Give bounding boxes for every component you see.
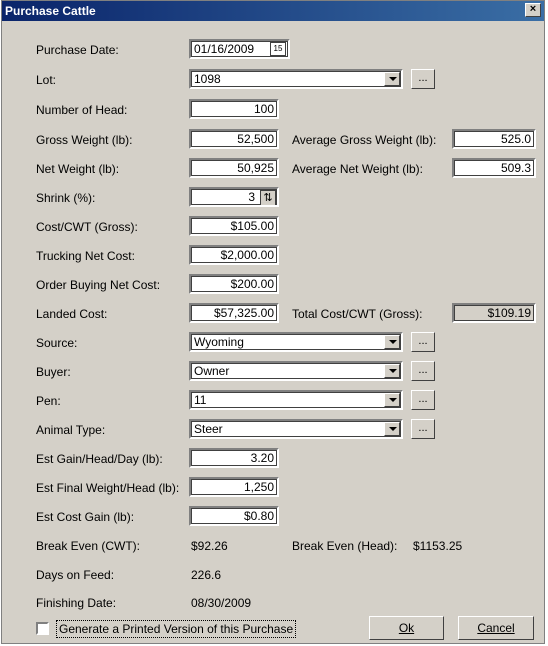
cost-cwt-field[interactable]: $105.00 bbox=[189, 216, 279, 236]
lot-value: 1098 bbox=[194, 72, 221, 86]
print-checkbox[interactable] bbox=[36, 622, 49, 635]
close-button[interactable]: × bbox=[525, 3, 541, 17]
finishing-date-value: 08/30/2009 bbox=[191, 596, 252, 610]
gross-weight-label: Gross Weight (lb): bbox=[36, 133, 133, 147]
buyer-label: Buyer: bbox=[36, 365, 71, 379]
avg-net-weight-field[interactable]: 509.3 bbox=[452, 158, 536, 178]
est-final-weight-label: Est Final Weight/Head (lb): bbox=[36, 481, 180, 495]
shrink-label: Shrink (%): bbox=[36, 191, 96, 205]
buyer-value: Owner bbox=[194, 364, 230, 378]
purchase-cattle-dialog: Purchase Cattle × Purchase Date: 01/16/2… bbox=[1, 0, 545, 644]
est-final-weight-field[interactable]: 1,250 bbox=[189, 477, 279, 497]
est-gain-field[interactable]: 3.20 bbox=[189, 448, 279, 468]
chevron-down-icon[interactable] bbox=[384, 393, 400, 407]
avg-net-weight-label: Average Net Weight (lb): bbox=[292, 162, 423, 176]
finishing-date-label: Finishing Date: bbox=[36, 596, 117, 610]
ok-button[interactable]: Ok bbox=[369, 616, 444, 640]
trucking-net-cost-field[interactable]: $2,000.00 bbox=[189, 245, 279, 265]
avg-gross-weight-label: Average Gross Weight (lb): bbox=[292, 133, 437, 147]
buyer-browse-button[interactable]: ... bbox=[411, 361, 435, 381]
cancel-button[interactable]: Cancel bbox=[458, 616, 534, 640]
print-checkbox-label[interactable]: Generate a Printed Version of this Purch… bbox=[56, 620, 297, 638]
chevron-down-icon[interactable] bbox=[384, 364, 400, 378]
purchase-date-label: Purchase Date: bbox=[36, 43, 119, 57]
shrink-value: 3 bbox=[248, 190, 255, 204]
source-label: Source: bbox=[36, 336, 78, 350]
pen-value: 11 bbox=[194, 393, 207, 407]
number-of-head-field[interactable]: 100 bbox=[189, 99, 279, 119]
window-title: Purchase Cattle bbox=[5, 4, 96, 18]
landed-cost-field[interactable]: $57,325.00 bbox=[189, 303, 279, 323]
break-even-cwt-label: Break Even (CWT): bbox=[36, 539, 141, 553]
chevron-down-icon[interactable] bbox=[384, 72, 400, 86]
animal-type-browse-button[interactable]: ... bbox=[411, 419, 435, 439]
break-even-head-value: $1153.25 bbox=[413, 539, 463, 553]
spinner-icon[interactable]: ⇅ bbox=[260, 190, 276, 205]
animal-type-combo[interactable]: Steer bbox=[189, 419, 403, 439]
pen-browse-button[interactable]: ... bbox=[411, 390, 435, 410]
total-cost-cwt-field: $109.19 bbox=[452, 303, 536, 323]
shrink-field[interactable]: 3 ⇅ bbox=[189, 187, 279, 207]
purchase-date-field[interactable]: 01/16/2009 15 bbox=[189, 39, 290, 59]
source-value: Wyoming bbox=[194, 335, 244, 349]
animal-type-value: Steer bbox=[194, 422, 223, 436]
source-browse-button[interactable]: ... bbox=[411, 332, 435, 352]
pen-label: Pen: bbox=[36, 394, 61, 408]
days-on-feed-label: Days on Feed: bbox=[36, 568, 115, 582]
order-buying-net-cost-field[interactable]: $200.00 bbox=[189, 274, 279, 294]
title-bar: Purchase Cattle × bbox=[2, 1, 544, 21]
break-even-head-label: Break Even (Head): bbox=[292, 539, 398, 553]
break-even-cwt-value: $92.26 bbox=[191, 539, 228, 553]
est-gain-label: Est Gain/Head/Day (lb): bbox=[36, 452, 163, 466]
lot-browse-button[interactable]: ... bbox=[411, 69, 435, 89]
pen-combo[interactable]: 11 bbox=[189, 390, 403, 410]
cost-cwt-label: Cost/CWT (Gross): bbox=[36, 220, 138, 234]
net-weight-field[interactable]: 50,925 bbox=[189, 158, 279, 178]
est-cost-gain-field[interactable]: $0.80 bbox=[189, 506, 279, 526]
lot-combo[interactable]: 1098 bbox=[189, 69, 403, 89]
days-on-feed-value: 226.6 bbox=[191, 568, 222, 582]
buyer-combo[interactable]: Owner bbox=[189, 361, 403, 381]
ok-button-label: Ok bbox=[398, 621, 415, 635]
number-of-head-label: Number of Head: bbox=[36, 103, 128, 117]
trucking-net-cost-label: Trucking Net Cost: bbox=[36, 249, 135, 263]
gross-weight-field[interactable]: 52,500 bbox=[189, 129, 279, 149]
chevron-down-icon[interactable] bbox=[384, 335, 400, 349]
chevron-down-icon[interactable] bbox=[384, 422, 400, 436]
lot-label: Lot: bbox=[36, 73, 57, 87]
est-cost-gain-label: Est Cost Gain (lb): bbox=[36, 510, 135, 524]
net-weight-label: Net Weight (lb): bbox=[36, 162, 120, 176]
total-cost-cwt-label: Total Cost/CWT (Gross): bbox=[292, 307, 423, 321]
purchase-date-value: 01/16/2009 bbox=[194, 42, 255, 56]
animal-type-label: Animal Type: bbox=[36, 423, 106, 437]
order-buying-net-cost-label: Order Buying Net Cost: bbox=[36, 278, 161, 292]
landed-cost-label: Landed Cost: bbox=[36, 307, 108, 321]
cancel-button-label: Cancel bbox=[477, 621, 515, 635]
avg-gross-weight-field[interactable]: 525.0 bbox=[452, 129, 536, 149]
calendar-icon[interactable]: 15 bbox=[270, 42, 286, 56]
source-combo[interactable]: Wyoming bbox=[189, 332, 403, 352]
